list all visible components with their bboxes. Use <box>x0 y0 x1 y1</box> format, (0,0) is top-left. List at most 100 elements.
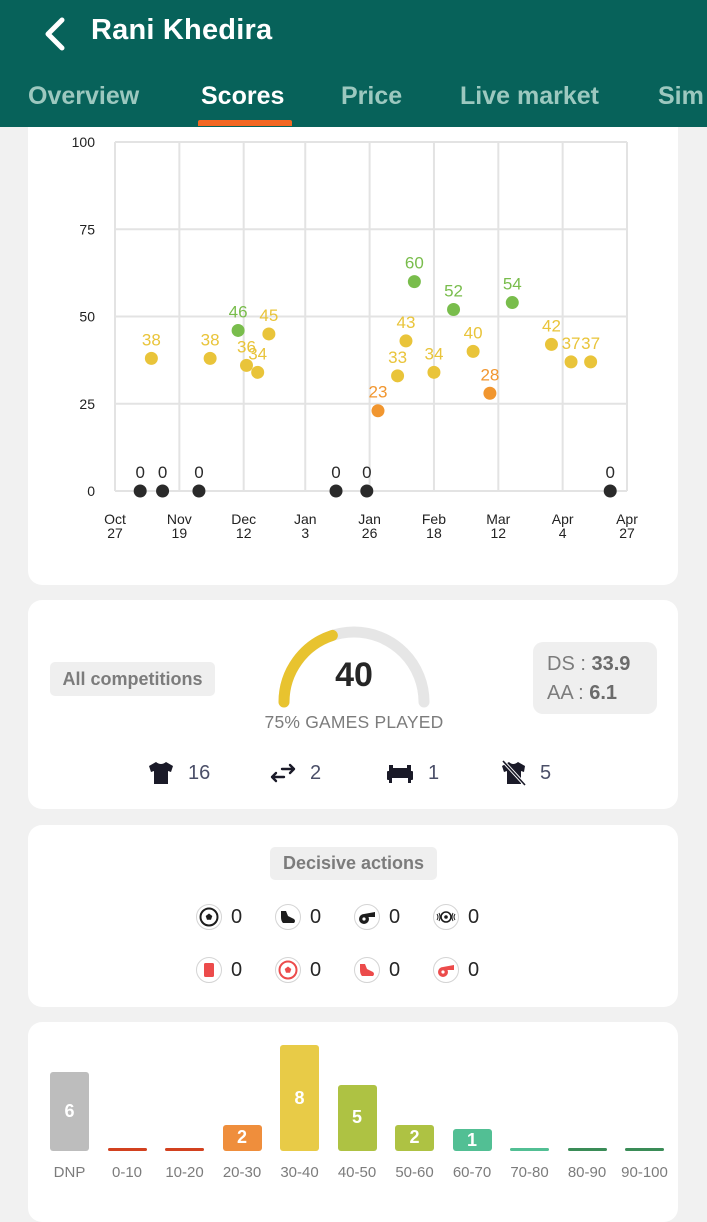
score-point-label: 33 <box>388 348 407 367</box>
score-point-label: 0 <box>158 463 167 482</box>
score-point-label: 0 <box>135 463 144 482</box>
score-point <box>231 323 245 337</box>
x-tick-label: 4 <box>559 525 567 541</box>
ds-label: DS : <box>547 653 592 675</box>
distribution-bar-60-70: 1 <box>452 1129 492 1151</box>
distribution-bar-label: 80-90 <box>567 1164 607 1181</box>
action-assist: 0 <box>275 904 321 930</box>
tab-sim[interactable]: Sim <box>658 82 704 111</box>
error-boot-icon <box>354 957 380 983</box>
distribution-bar-label: 0-10 <box>111 1164 143 1181</box>
x-tick-label: 27 <box>107 525 123 541</box>
y-tick-label: 25 <box>79 396 95 412</box>
score-point-label: 54 <box>503 275 522 294</box>
action-goal-value: 0 <box>231 905 243 928</box>
action-penalty-conceded: 0 <box>433 957 479 983</box>
distribution-bar-10-20 <box>165 1148 204 1151</box>
stat-started-value: 16 <box>188 761 211 784</box>
aa-label: AA : <box>547 682 590 704</box>
score-point <box>603 484 617 498</box>
score-point <box>371 404 385 418</box>
score-point-label: 37 <box>562 334 581 353</box>
distribution-bar-label: 10-20 <box>165 1164 204 1181</box>
action-error: 0 <box>354 957 400 983</box>
tab-bar: Overview Scores Price Live market Sim <box>0 78 707 127</box>
score-point <box>447 303 461 317</box>
stat-started: 16 <box>148 759 210 787</box>
tab-live-market[interactable]: Live market <box>460 82 599 111</box>
tab-overview[interactable]: Overview <box>28 82 139 111</box>
action-assist-value: 0 <box>310 905 322 928</box>
distribution-bar-value: 2 <box>409 1127 420 1148</box>
score-point <box>133 484 147 498</box>
score-point-label: 34 <box>248 344 267 363</box>
score-point-label: 23 <box>369 383 388 402</box>
score-point-label: 38 <box>142 330 161 349</box>
distribution-bar-70-80 <box>510 1148 549 1151</box>
distribution-bar-label: 30-40 <box>280 1164 319 1181</box>
score-point-label: 43 <box>397 313 416 332</box>
score-point <box>251 365 265 379</box>
y-tick-label: 50 <box>79 309 95 325</box>
distribution-bar-label: 70-80 <box>510 1164 549 1181</box>
decisive-actions-card: Decisive actions 0 0 0 0 0 0 0 0 <box>28 825 678 1007</box>
decisive-actions-title: Decisive actions <box>270 847 437 880</box>
score-point <box>156 484 170 498</box>
stat-bench: 1 <box>386 759 439 787</box>
distribution-bar-dnp: 6 <box>50 1071 89 1151</box>
competition-filter[interactable]: All competitions <box>50 662 215 696</box>
x-tick-label: 27 <box>619 525 635 541</box>
score-point-label: 0 <box>194 463 203 482</box>
score-point-label: 38 <box>201 330 220 349</box>
action-error-value: 0 <box>389 958 401 981</box>
penalty-conceded-whistle-icon <box>433 957 459 983</box>
y-tick-label: 75 <box>79 221 95 237</box>
tab-price[interactable]: Price <box>341 82 402 111</box>
score-point <box>144 351 158 365</box>
score-point-label: 34 <box>424 344 443 363</box>
score-point-label: 45 <box>259 306 278 325</box>
score-point <box>584 355 598 369</box>
goal-ball-icon <box>196 904 222 930</box>
action-red-card-value: 0 <box>231 958 243 981</box>
score-point <box>483 386 497 400</box>
x-tick-label: 12 <box>491 525 507 541</box>
distribution-bar-20-30: 2 <box>222 1124 262 1151</box>
games-played-caption: 75% GAMES PLAYED <box>264 712 444 732</box>
ds-row: DS : 33.9 <box>547 650 657 679</box>
distribution-bar-50-60: 2 <box>395 1124 434 1151</box>
score-point <box>192 484 206 498</box>
x-tick-label: 18 <box>426 525 442 541</box>
distribution-bar-30-40: 8 <box>280 1045 319 1151</box>
x-tick-label: 3 <box>301 525 309 541</box>
distribution-bar-80-90 <box>567 1148 607 1151</box>
distribution-bar-value: 5 <box>351 1107 362 1128</box>
stat-substitute-value: 2 <box>310 761 322 784</box>
score-distribution-card: 6 DNP 0-10 10-20 2 20-30 8 30-40 5 40-50 2 50-60 1 60… <box>28 1022 678 1222</box>
score-point <box>391 369 405 383</box>
jersey-icon <box>149 762 173 784</box>
x-tick-label: 19 <box>172 525 188 541</box>
score-point-label: 0 <box>331 463 340 482</box>
distribution-bar-value: 1 <box>466 1129 477 1150</box>
score-point <box>466 344 480 358</box>
x-tick-label: 12 <box>236 525 252 541</box>
x-tick-label: 26 <box>362 525 378 541</box>
red-card-icon <box>196 957 222 983</box>
distribution-bar-label: 40-50 <box>337 1164 377 1181</box>
score-point-label: 40 <box>464 323 483 342</box>
distribution-bar-value: 2 <box>236 1127 247 1148</box>
tab-scores[interactable]: Scores <box>201 82 284 111</box>
ds-aa-box: DS : 33.9 AA : 6.1 <box>533 642 657 714</box>
score-point <box>564 355 578 369</box>
back-button[interactable] <box>40 14 74 54</box>
action-own-goal-value: 0 <box>310 958 322 981</box>
aa-row: AA : 6.1 <box>547 679 657 708</box>
action-own-goal: 0 <box>275 957 321 983</box>
score-point <box>203 351 217 365</box>
distribution-bar-label: 60-70 <box>452 1164 492 1181</box>
clean-sheet-ball-icon <box>433 904 459 930</box>
score-point <box>262 327 276 341</box>
action-clean-sheet: 0 <box>433 904 479 930</box>
chevron-left-icon <box>45 17 65 51</box>
